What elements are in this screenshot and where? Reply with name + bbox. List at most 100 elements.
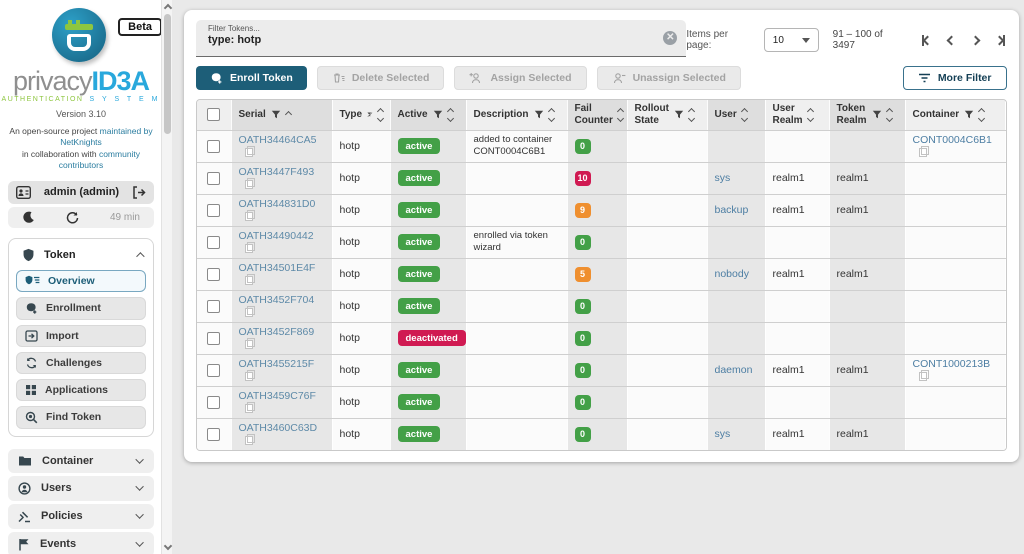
column-header-token_realm[interactable]: Token Realm — [829, 100, 905, 130]
container-link[interactable]: CONT0004C6B1 — [913, 134, 992, 146]
sort-icon[interactable] — [689, 109, 694, 121]
filter-funnel-icon[interactable] — [271, 110, 281, 119]
scroll-up-icon[interactable] — [163, 4, 171, 12]
copy-icon[interactable] — [245, 370, 253, 379]
sort-icon[interactable] — [549, 109, 554, 121]
copy-icon[interactable] — [245, 274, 253, 283]
row-checkbox[interactable] — [207, 364, 220, 377]
sort-asc-icon[interactable] — [286, 112, 291, 117]
delete-selected-button[interactable]: Delete Selected — [317, 66, 445, 90]
container-link[interactable]: CONT1000213B — [913, 358, 991, 370]
sidebar-item-policies[interactable]: Policies — [8, 504, 154, 529]
sidebar-item-overview[interactable]: Overview — [16, 270, 146, 292]
clear-filter-icon[interactable]: ✕ — [663, 31, 677, 45]
filter-funnel-icon[interactable] — [433, 110, 443, 119]
serial-link[interactable]: OATH3459C76F — [239, 390, 316, 402]
copy-icon[interactable] — [919, 146, 927, 155]
sidebar-item-events[interactable]: Events — [8, 532, 154, 554]
sidebar-item-find-token[interactable]: Find Token — [16, 406, 146, 429]
user-link[interactable]: nobody — [715, 268, 749, 280]
copy-icon[interactable] — [245, 178, 253, 187]
row-checkbox[interactable] — [207, 236, 220, 249]
column-header-select[interactable] — [197, 100, 231, 130]
copy-icon[interactable] — [245, 242, 253, 251]
user-link[interactable]: backup — [715, 204, 749, 216]
column-header-container[interactable]: Container — [905, 100, 1005, 130]
filter-funnel-icon[interactable] — [534, 110, 544, 119]
row-checkbox[interactable] — [207, 172, 220, 185]
page-size-select[interactable]: 10 — [764, 28, 819, 52]
assign-selected-button[interactable]: Assign Selected — [454, 66, 586, 90]
logout-icon[interactable] — [132, 186, 146, 199]
row-checkbox[interactable] — [207, 268, 220, 281]
unassign-selected-button[interactable]: Unassign Selected — [597, 66, 741, 90]
row-checkbox[interactable] — [207, 396, 220, 409]
column-header-type[interactable]: Type — [332, 100, 390, 130]
sort-icon[interactable] — [979, 109, 984, 121]
sidebar-item-challenges[interactable]: Challenges — [16, 352, 146, 374]
filter-funnel-icon[interactable] — [674, 110, 684, 119]
serial-link[interactable]: OATH3455215F — [239, 358, 315, 370]
sort-icon[interactable] — [742, 109, 747, 121]
sidebar-item-enrollment[interactable]: Enrollment — [16, 297, 146, 320]
sort-icon[interactable] — [378, 109, 383, 121]
copy-icon[interactable] — [919, 370, 927, 379]
last-page-button[interactable] — [996, 35, 1005, 46]
copy-icon[interactable] — [245, 338, 253, 347]
refresh-icon[interactable] — [66, 211, 79, 224]
column-header-active[interactable]: Active — [390, 100, 466, 130]
sort-icon[interactable] — [618, 109, 623, 121]
copy-icon[interactable] — [245, 306, 253, 315]
row-checkbox[interactable] — [207, 332, 220, 345]
sidebar-item-users[interactable]: Users — [8, 476, 154, 501]
row-checkbox[interactable] — [207, 140, 220, 153]
serial-link[interactable]: OATH3452F869 — [239, 326, 315, 338]
sort-icon[interactable] — [448, 109, 453, 121]
user-link[interactable]: sys — [715, 172, 731, 184]
user-link[interactable]: sys — [715, 428, 731, 440]
row-checkbox[interactable] — [207, 428, 220, 441]
sort-icon[interactable] — [808, 109, 813, 121]
sidebar-item-container[interactable]: Container — [8, 449, 154, 473]
scroll-down-icon[interactable] — [163, 542, 171, 550]
copy-icon[interactable] — [245, 434, 253, 443]
column-header-user_realm[interactable]: User Realm — [765, 100, 829, 130]
serial-link[interactable]: OATH3460C63D — [239, 422, 318, 434]
enroll-token-button[interactable]: Enroll Token — [196, 66, 307, 90]
more-filter-button[interactable]: More Filter — [903, 66, 1007, 90]
row-checkbox[interactable] — [207, 204, 220, 217]
select-all-checkbox[interactable] — [207, 108, 220, 121]
first-page-button[interactable] — [922, 35, 931, 46]
token-group-header[interactable]: Token — [16, 246, 146, 270]
row-checkbox[interactable] — [207, 300, 220, 313]
serial-link[interactable]: OATH344831D0 — [239, 198, 316, 210]
dark-mode-moon-icon[interactable] — [22, 211, 35, 224]
copy-icon[interactable] — [245, 210, 253, 219]
scrollbar-thumb[interactable] — [164, 14, 171, 134]
copy-icon[interactable] — [245, 146, 253, 155]
column-header-serial[interactable]: Serial — [231, 100, 332, 130]
column-header-description[interactable]: Description — [466, 100, 567, 130]
filter-funnel-icon[interactable] — [964, 110, 974, 119]
sidebar-scrollbar[interactable] — [161, 0, 172, 554]
sidebar-item-import[interactable]: Import — [16, 325, 146, 347]
column-header-user[interactable]: User — [707, 100, 765, 130]
sort-icon[interactable] — [887, 109, 892, 121]
previous-page-button[interactable] — [948, 37, 955, 44]
serial-link[interactable]: OATH3447F493 — [239, 166, 315, 178]
user-link[interactable]: daemon — [715, 364, 753, 376]
column-header-failcount[interactable]: Fail Counter — [567, 100, 627, 130]
serial-link[interactable]: OATH3452F704 — [239, 294, 315, 306]
filter-funnel-icon[interactable] — [872, 110, 882, 119]
next-page-button[interactable] — [972, 37, 979, 44]
column-header-rollout[interactable]: Rollout State — [627, 100, 707, 130]
copy-icon[interactable] — [245, 402, 253, 411]
serial-link[interactable]: OATH34490442 — [239, 230, 314, 242]
serial-link[interactable]: OATH34464CA5 — [239, 134, 317, 146]
cell-description — [466, 194, 567, 226]
filter-funnel-icon[interactable] — [367, 110, 372, 119]
sidebar-item-applications[interactable]: Applications — [16, 379, 146, 401]
filter-tokens-input[interactable]: Filter Tokens... type: hotp ✕ — [196, 20, 686, 57]
chevron-up-icon[interactable] — [136, 252, 144, 260]
serial-link[interactable]: OATH34501E4F — [239, 262, 316, 274]
